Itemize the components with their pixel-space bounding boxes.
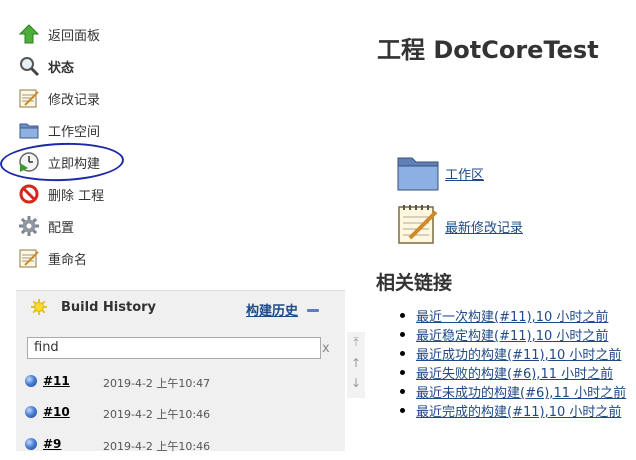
notepad-icon <box>396 202 440 246</box>
permalink[interactable]: 最近未成功的构建(#6),11 小时之前 <box>416 386 626 401</box>
gear-icon <box>18 215 40 237</box>
collapse-icon[interactable] <box>307 309 319 312</box>
task-workspace[interactable]: 工作空间 <box>18 114 218 146</box>
list-item: 最近一次构建(#11),10 小时之前 <box>398 306 626 325</box>
build-row: #9 2019-4-2 上午10:46 <box>16 430 345 460</box>
list-item: 最近未成功的构建(#6),11 小时之前 <box>398 382 626 401</box>
permalink[interactable]: 最近稳定构建(#11),10 小时之前 <box>416 329 608 344</box>
sun-icon <box>31 299 47 315</box>
page-up-icon[interactable]: ↑ <box>350 357 362 369</box>
notepad-icon <box>18 247 40 269</box>
page-down-icon[interactable]: ↓ <box>350 377 362 389</box>
task-changes[interactable]: 修改记录 <box>18 82 218 114</box>
task-build-now[interactable]: 立即构建 <box>18 146 218 178</box>
build-row: #10 2019-4-2 上午10:46 <box>16 398 345 428</box>
page-title: 工程 DotCoreTest <box>377 36 599 64</box>
up-arrow-icon <box>18 23 40 45</box>
sidebar-tasks: 返回面板 状态 修改记录 工作空间 立即构建 删除 工程 配置 重命名 <box>18 18 218 274</box>
clock-play-icon <box>18 151 40 173</box>
clear-search-icon[interactable]: x <box>322 341 330 356</box>
related-links-title: 相关链接 <box>376 272 453 294</box>
folder-icon <box>396 152 440 196</box>
task-label: 删除 工程 <box>48 188 105 204</box>
task-status[interactable]: 状态 <box>18 50 218 82</box>
blue-ball-icon <box>25 375 37 387</box>
task-delete-project[interactable]: 删除 工程 <box>18 178 218 210</box>
page-first-icon[interactable]: ⤒ <box>350 336 362 348</box>
workspace-item[interactable]: 工作区 <box>396 152 506 198</box>
task-label: 立即构建 <box>48 156 101 172</box>
list-item: 最近失败的构建(#6),11 小时之前 <box>398 363 626 382</box>
build-search-input[interactable]: find <box>27 337 321 359</box>
build-date: 2019-4-2 上午10:47 <box>103 377 211 390</box>
build-number-link[interactable]: #11 <box>43 374 70 388</box>
build-history-widget: Build History 构建历史 find x #11 2019-4-2 上… <box>16 290 345 453</box>
recent-changes-item[interactable]: 最新修改记录 <box>396 202 536 248</box>
build-history-link[interactable]: 构建历史 <box>246 300 298 319</box>
build-history-title: Build History <box>61 300 157 315</box>
task-label: 状态 <box>48 60 75 76</box>
search-icon <box>18 55 40 77</box>
list-item: 最近成功的构建(#11),10 小时之前 <box>398 344 626 363</box>
build-date: 2019-4-2 上午10:46 <box>103 440 211 453</box>
build-number-link[interactable]: #9 <box>43 437 61 451</box>
notepad-icon <box>18 87 40 109</box>
blue-ball-icon <box>25 406 37 418</box>
permalink[interactable]: 最近成功的构建(#11),10 小时之前 <box>416 348 621 363</box>
task-label: 配置 <box>48 220 75 236</box>
task-rename[interactable]: 重命名 <box>18 242 218 274</box>
build-row: #11 2019-4-2 上午10:47 <box>16 367 345 397</box>
task-label: 重命名 <box>48 252 88 268</box>
permalink[interactable]: 最近完成的构建(#11),10 小时之前 <box>416 405 621 420</box>
build-history-pager: ⤒ ↑ ↓ <box>347 332 365 398</box>
build-date: 2019-4-2 上午10:46 <box>103 408 211 421</box>
list-item: 最近完成的构建(#11),10 小时之前 <box>398 401 626 420</box>
recent-changes-link[interactable]: 最新修改记录 <box>445 217 523 236</box>
permalink[interactable]: 最近一次构建(#11),10 小时之前 <box>416 310 608 325</box>
build-number-link[interactable]: #10 <box>43 405 70 419</box>
list-item: 最近稳定构建(#11),10 小时之前 <box>398 325 626 344</box>
task-configure[interactable]: 配置 <box>18 210 218 242</box>
task-label: 返回面板 <box>48 28 101 44</box>
task-label: 工作空间 <box>48 124 101 140</box>
permalink[interactable]: 最近失败的构建(#6),11 小时之前 <box>416 367 613 382</box>
workspace-link[interactable]: 工作区 <box>445 164 484 183</box>
task-label: 修改记录 <box>48 92 101 108</box>
task-back-to-dashboard[interactable]: 返回面板 <box>18 18 218 50</box>
build-history-header: Build History 构建历史 <box>16 291 345 323</box>
folder-icon <box>18 119 40 141</box>
no-entry-icon <box>18 183 40 205</box>
permalinks-list: 最近一次构建(#11),10 小时之前 最近稳定构建(#11),10 小时之前 … <box>398 306 626 420</box>
